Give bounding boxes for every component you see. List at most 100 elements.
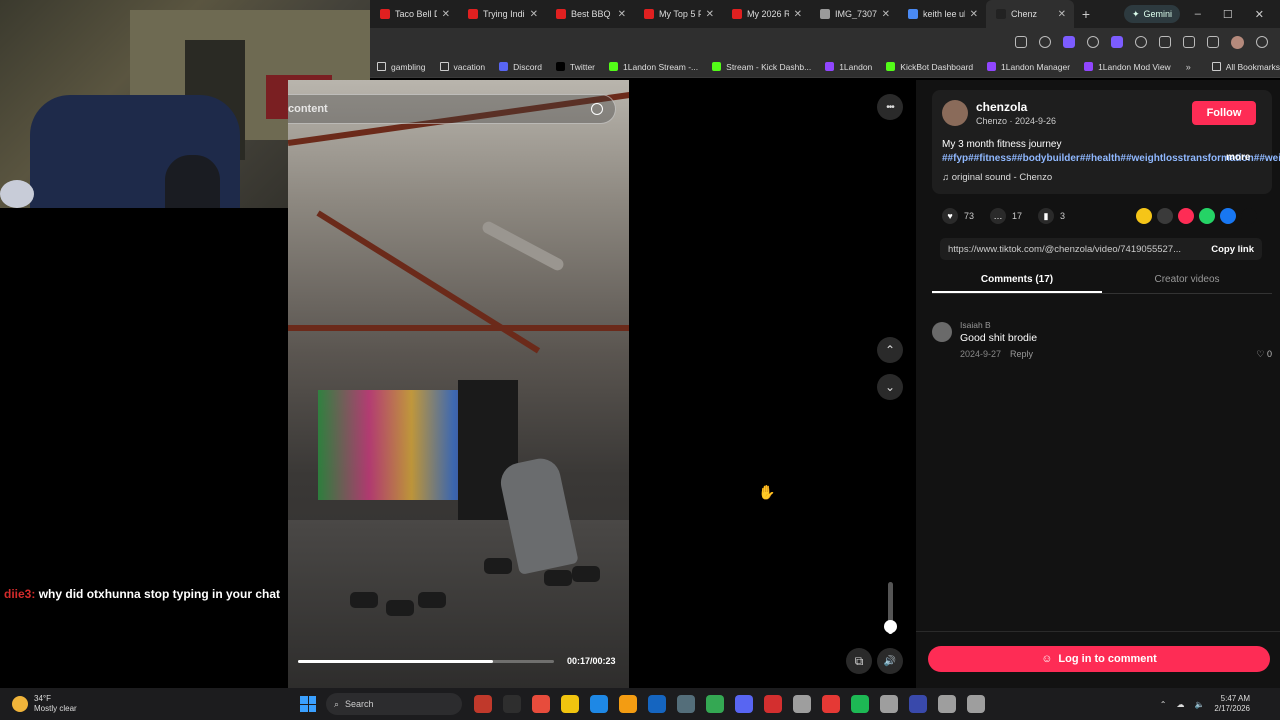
bookmark-link[interactable]: KickBot Dashboard bbox=[879, 62, 980, 72]
taskbar-app-icon[interactable] bbox=[793, 695, 811, 713]
comment-like-button[interactable]: ♡ 0 bbox=[1256, 349, 1272, 360]
all-bookmarks-button[interactable]: All Bookmarks bbox=[1205, 62, 1280, 72]
share-option-icon[interactable] bbox=[1157, 208, 1173, 224]
browser-tab[interactable]: Chenz ✕ bbox=[986, 0, 1074, 28]
next-video-button[interactable]: ⌄ bbox=[877, 374, 903, 400]
maximize-button[interactable]: ☐ bbox=[1223, 8, 1233, 21]
browser-tab[interactable]: keith lee ul ✕ bbox=[898, 0, 986, 28]
tray-chevron-icon[interactable]: ⌃ bbox=[1160, 700, 1167, 709]
comment-reply-button[interactable]: Reply bbox=[1010, 349, 1033, 359]
weather-widget[interactable]: 34°F Mostly clear bbox=[0, 694, 300, 714]
follow-button[interactable]: Follow bbox=[1192, 101, 1256, 125]
original-sound-link[interactable]: ♫ original sound - Chenzo bbox=[942, 172, 1052, 183]
taskbar-app-icon[interactable] bbox=[967, 695, 985, 713]
network-icon[interactable]: ☁ bbox=[1176, 700, 1184, 709]
bookmark-link[interactable]: Twitter bbox=[549, 62, 602, 72]
bookmark-folder[interactable]: gambling bbox=[370, 62, 433, 72]
taskbar-app-icon[interactable] bbox=[619, 695, 637, 713]
author-username[interactable]: chenzola bbox=[976, 100, 1027, 114]
tab-close-icon[interactable]: ✕ bbox=[442, 9, 450, 20]
bookmarks-overflow-button[interactable]: » bbox=[1186, 62, 1191, 72]
profile-avatar[interactable] bbox=[1231, 35, 1244, 49]
tab-close-icon[interactable]: ✕ bbox=[706, 9, 714, 20]
browser-tab[interactable]: My Top 5 F ✕ bbox=[634, 0, 722, 28]
bookmark-link[interactable]: 1Landon bbox=[818, 62, 879, 72]
bookmark-link[interactable]: 1Landon Manager bbox=[980, 62, 1077, 72]
taskbar-app-icon[interactable] bbox=[764, 695, 782, 713]
close-window-button[interactable]: ✕ bbox=[1255, 8, 1264, 21]
login-to-comment-button[interactable]: ☺ Log in to comment bbox=[928, 646, 1270, 672]
share-option-icon[interactable] bbox=[1199, 208, 1215, 224]
taskbar-app-icon[interactable] bbox=[909, 695, 927, 713]
speaker-icon[interactable]: 🔈 bbox=[1194, 700, 1204, 709]
taskbar-app-icon[interactable] bbox=[503, 695, 521, 713]
minimize-button[interactable]: – bbox=[1195, 8, 1201, 21]
bookmark-link[interactable]: Discord bbox=[492, 62, 549, 72]
previous-video-button[interactable]: ⌃ bbox=[877, 337, 903, 363]
share-option-icon[interactable] bbox=[1136, 208, 1152, 224]
extension-icon[interactable] bbox=[1087, 36, 1099, 48]
bookmark-link[interactable]: 1Landon Mod View bbox=[1077, 62, 1178, 72]
browser-tab[interactable]: IMG_7307. ✕ bbox=[810, 0, 898, 28]
bookmark-icon[interactable]: ▮ bbox=[1038, 208, 1055, 224]
taskbar-app-icon[interactable] bbox=[474, 695, 492, 713]
copy-link-button[interactable]: Copy link bbox=[1211, 244, 1254, 255]
taskbar-app-icon[interactable] bbox=[706, 695, 724, 713]
volume-slider-handle[interactable] bbox=[884, 620, 897, 633]
like-icon[interactable]: ♥ bbox=[942, 208, 958, 224]
side-panel-icon[interactable] bbox=[1183, 36, 1195, 48]
taskbar-app-icon[interactable] bbox=[648, 695, 666, 713]
reading-list-icon[interactable] bbox=[1207, 36, 1219, 48]
taskbar-clock[interactable]: 5:47 AM 2/17/2026 bbox=[1214, 694, 1250, 714]
taskbar-app-icon[interactable] bbox=[677, 695, 695, 713]
extension-icon[interactable] bbox=[1135, 36, 1147, 48]
bookmark-link[interactable]: Stream - Kick Dashb... bbox=[705, 62, 818, 72]
taskbar-app-icon[interactable] bbox=[735, 695, 753, 713]
twitch-extension-icon[interactable] bbox=[1111, 36, 1123, 48]
tab-creator-videos[interactable]: Creator videos bbox=[1102, 270, 1272, 293]
taskbar-app-icon[interactable] bbox=[561, 695, 579, 713]
tab-close-icon[interactable]: ✕ bbox=[1058, 9, 1066, 20]
browser-tab[interactable]: Taco Bell D ✕ bbox=[370, 0, 458, 28]
taskbar-app-icon[interactable] bbox=[590, 695, 608, 713]
tab-close-icon[interactable]: ✕ bbox=[882, 9, 890, 20]
taskbar-app-icon[interactable] bbox=[822, 695, 840, 713]
tab-close-icon[interactable]: ✕ bbox=[970, 9, 978, 20]
taskbar-app-icon[interactable] bbox=[880, 695, 898, 713]
taskbar-app-icon[interactable] bbox=[938, 695, 956, 713]
browser-tab[interactable]: Best BBQ i ✕ bbox=[546, 0, 634, 28]
taskbar-app-icon[interactable] bbox=[851, 695, 869, 713]
extension-icon[interactable] bbox=[1063, 36, 1075, 48]
tab-close-icon[interactable]: ✕ bbox=[618, 9, 626, 20]
new-tab-button[interactable]: + bbox=[1074, 6, 1098, 22]
extensions-puzzle-icon[interactable] bbox=[1159, 36, 1171, 48]
comment-icon[interactable]: … bbox=[990, 208, 1007, 224]
commenter-avatar[interactable] bbox=[932, 322, 952, 342]
browser-tab[interactable]: My 2026 R ✕ bbox=[722, 0, 810, 28]
install-app-icon[interactable] bbox=[1015, 36, 1027, 48]
bookmark-folder[interactable]: vacation bbox=[433, 62, 493, 72]
start-button[interactable] bbox=[300, 696, 316, 712]
commenter-name[interactable]: Isaiah B bbox=[960, 320, 991, 330]
author-avatar[interactable] bbox=[942, 100, 968, 126]
bookmark-star-icon[interactable] bbox=[1039, 36, 1051, 48]
video-progress-bar[interactable] bbox=[298, 660, 554, 663]
taskbar-search[interactable]: ⌕ Search bbox=[326, 693, 462, 715]
share-option-icon[interactable] bbox=[1220, 208, 1236, 224]
share-option-icon[interactable] bbox=[1241, 208, 1257, 224]
share-option-icon[interactable] bbox=[1178, 208, 1194, 224]
description-more-button[interactable]: more bbox=[1226, 152, 1250, 163]
mute-button[interactable]: 🔊 bbox=[877, 648, 903, 674]
tab-close-icon[interactable]: ✕ bbox=[530, 9, 538, 20]
browser-tab[interactable]: Trying Indi ✕ bbox=[458, 0, 546, 28]
taskbar-app-icon[interactable] bbox=[532, 695, 550, 713]
dumbbell bbox=[484, 558, 512, 574]
bookmark-link[interactable]: 1Landon Stream -... bbox=[602, 62, 705, 72]
more-options-button[interactable]: ••• bbox=[877, 94, 903, 120]
browser-menu-icon[interactable] bbox=[1256, 36, 1268, 48]
video-player[interactable]: content bbox=[288, 80, 629, 688]
tab-close-icon[interactable]: ✕ bbox=[794, 9, 802, 20]
miniplayer-button[interactable]: ⧉ bbox=[846, 648, 872, 674]
tab-comments[interactable]: Comments (17) bbox=[932, 270, 1102, 293]
gemini-button[interactable]: ✦ Gemini bbox=[1124, 5, 1181, 23]
